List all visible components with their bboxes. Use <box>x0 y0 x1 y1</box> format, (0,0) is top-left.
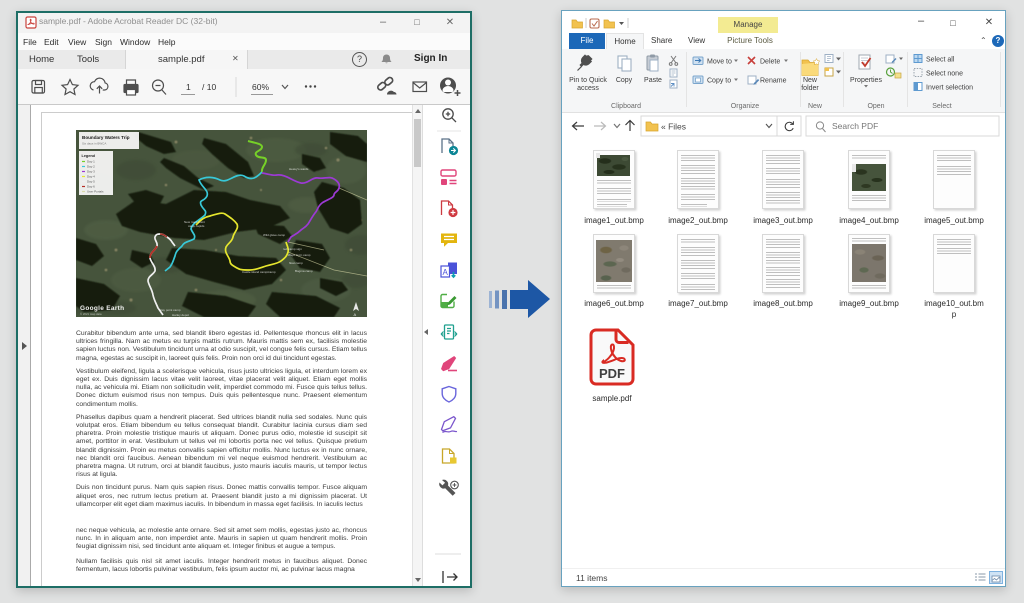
svg-text:Paste: Paste <box>644 77 662 84</box>
svg-text:Clipboard: Clipboard <box>611 103 641 110</box>
svg-text:New: New <box>803 77 818 84</box>
svg-text:Move to: Move to <box>707 59 732 66</box>
svg-text:Select: Select <box>932 103 952 110</box>
svg-text:Pin to Quick: Pin to Quick <box>569 77 607 84</box>
svg-text:access: access <box>577 85 599 92</box>
svg-text:Organize: Organize <box>731 103 760 110</box>
svg-text:Invert selection: Invert selection <box>926 85 973 92</box>
svg-text:Select none: Select none <box>926 71 963 78</box>
svg-text:Copy: Copy <box>616 77 633 84</box>
svg-text:Rename: Rename <box>760 78 787 85</box>
svg-text:Search PDF: Search PDF <box>832 121 878 131</box>
svg-text:Select all: Select all <box>926 57 955 64</box>
svg-text:Open: Open <box>867 103 884 110</box>
svg-text:Properties: Properties <box>850 77 882 84</box>
svg-text:« Files: « Files <box>661 122 686 132</box>
svg-text:Copy to: Copy to <box>707 78 731 85</box>
svg-text:folder: folder <box>801 85 819 92</box>
svg-text:New: New <box>808 103 823 110</box>
svg-text:PDF: PDF <box>599 366 625 381</box>
svg-text:Delete: Delete <box>760 59 780 66</box>
